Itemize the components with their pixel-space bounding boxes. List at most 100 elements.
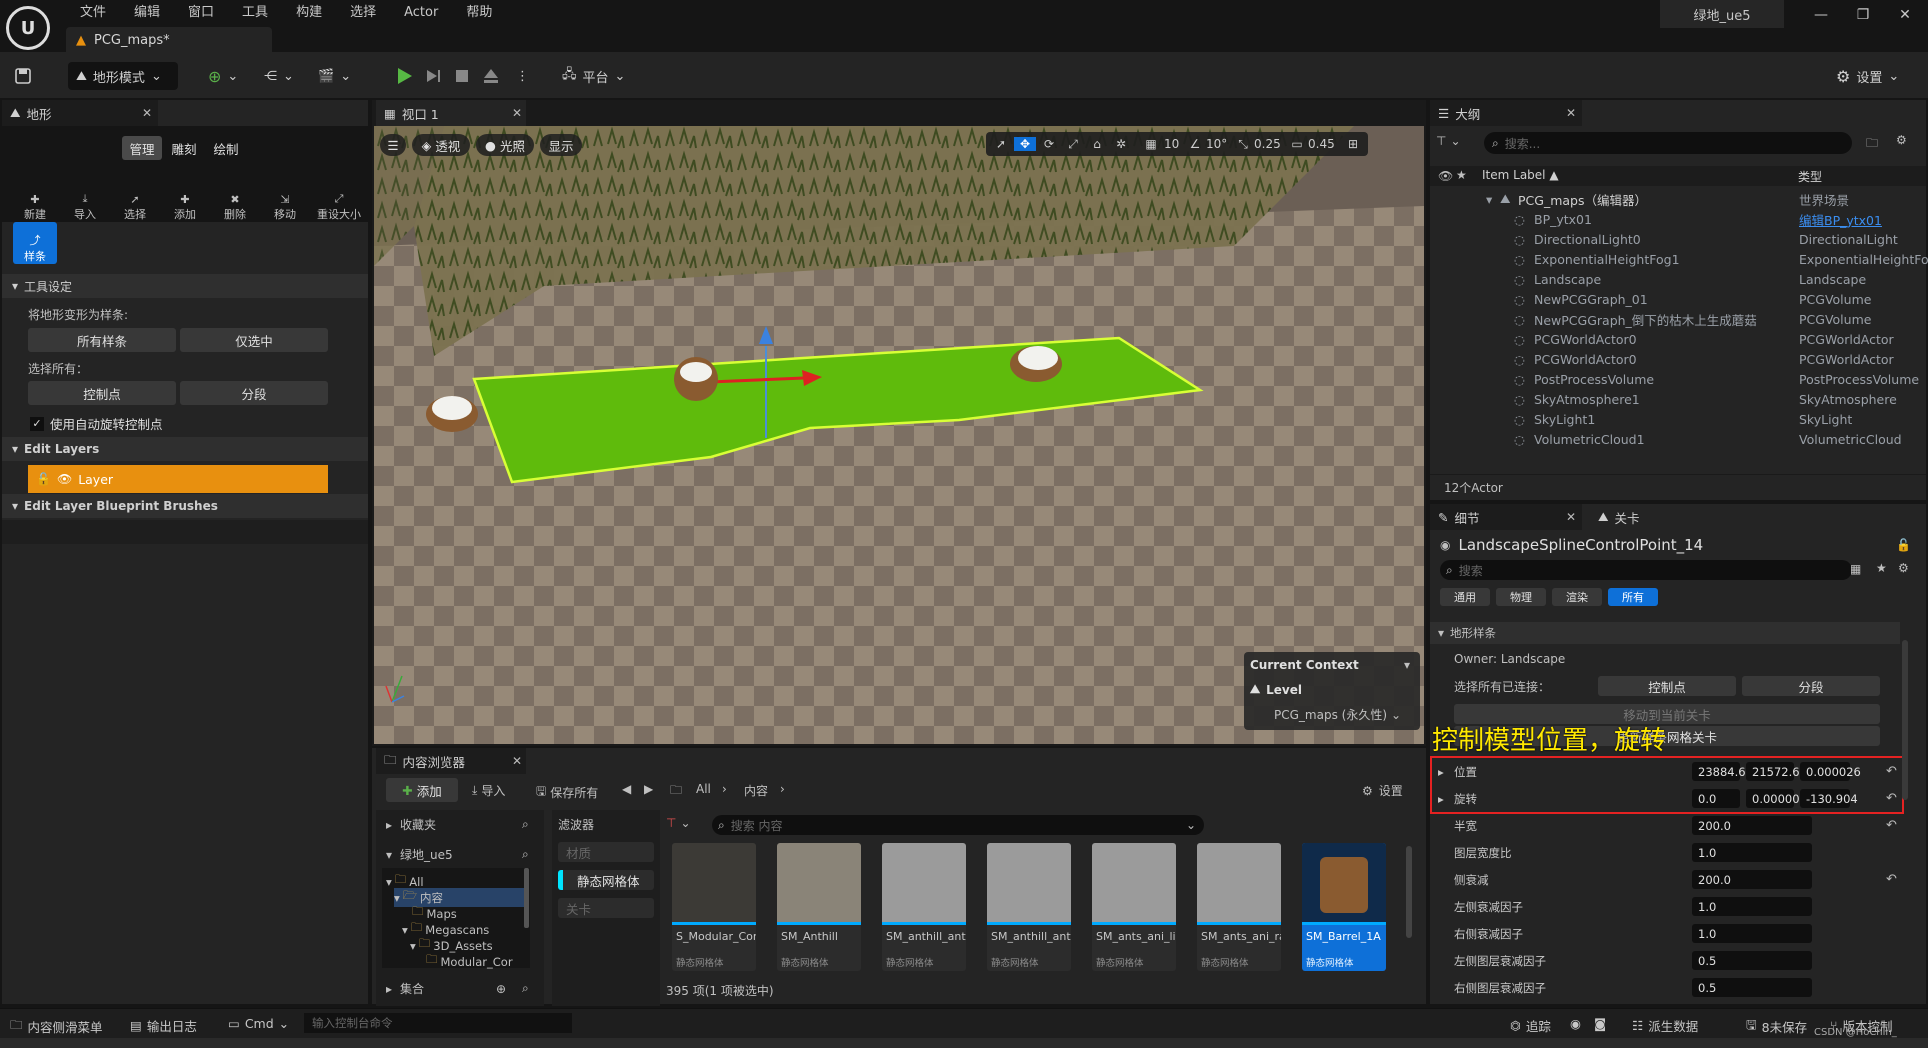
mode-select[interactable]: ⛰ 地形模式 ⌄ [68, 62, 178, 90]
rotation-snap-icon[interactable]: ∠ [1186, 137, 1204, 151]
filter-common[interactable]: 通用 [1440, 588, 1490, 606]
tool-add[interactable]: ✚ 添加 [163, 180, 207, 222]
outliner-row[interactable]: ◌ SkyLight1 SkyLight [1430, 409, 1926, 429]
perspective-button[interactable]: ◈ 透视 [412, 134, 470, 156]
property-input[interactable]: 1.0 [1692, 897, 1812, 916]
rotation-z-input[interactable]: -130.904 [1800, 789, 1858, 808]
outliner-row[interactable]: ◌ Landscape Landscape [1430, 269, 1926, 289]
filter-physics[interactable]: 物理 [1496, 588, 1546, 606]
add-actor-button[interactable]: ⊕ ⌄ [208, 62, 238, 90]
location-x-input[interactable]: 23884.6( [1692, 762, 1750, 781]
visibility-eye-icon[interactable]: 👁 [1438, 169, 1453, 183]
search-icon[interactable]: ⌕ [522, 847, 529, 862]
tool-delete[interactable]: ✖ 删除 [213, 180, 257, 222]
selected-only-button[interactable]: 仅选中 [180, 328, 328, 352]
world-local-icon[interactable]: ⌂ [1086, 137, 1108, 151]
show-button[interactable]: 显示 [540, 134, 582, 156]
spline-section-header[interactable]: ▾ 地形样条 [1430, 622, 1900, 644]
step-icon[interactable] [424, 62, 442, 90]
viewport-tab[interactable]: ▦ 视口 1 [376, 100, 526, 126]
outliner-row[interactable]: ◌ PostProcessVolume PostProcessVolume [1430, 369, 1926, 389]
derived-data-button[interactable]: ☷ 派生数据 [1632, 1016, 1698, 1035]
chevron-right-icon[interactable]: ▸ [1438, 792, 1444, 806]
tree-scrollbar[interactable] [524, 868, 529, 928]
add-collection-icon[interactable]: ⊕ [496, 982, 506, 996]
scale-mode-icon[interactable]: ⤢ [1062, 137, 1084, 152]
surface-snap-icon[interactable]: ✲ [1110, 137, 1132, 151]
outliner-row[interactable]: ◌ VolumetricCloud1 VolumetricCloud [1430, 429, 1926, 449]
tool-spline[interactable]: ⤴ 样条 [13, 222, 57, 264]
save-icon[interactable] [14, 62, 32, 90]
asset-tile[interactable]: SM_Anthill 静态网格体 [777, 843, 861, 971]
close-icon[interactable]: ✕ [142, 106, 152, 120]
tool-settings-header[interactable]: ▾ 工具设定 [2, 274, 368, 298]
search-icon[interactable]: ⌕ [522, 981, 529, 996]
outliner-row[interactable]: ◌ DirectionalLight0 DirectionalLight [1430, 229, 1926, 249]
record-icon[interactable]: ◉ [1570, 1016, 1581, 1031]
details-scrollbar[interactable] [1902, 640, 1908, 800]
outliner-row[interactable]: ◌ BP_ytx01 编辑BP_ytx01 [1430, 209, 1926, 229]
chevron-down-icon[interactable]: ▾ [1404, 658, 1410, 672]
close-icon[interactable]: ✕ [512, 106, 522, 120]
gear-icon[interactable]: ⚙ [1896, 133, 1907, 147]
menu-edit[interactable]: 编辑 [120, 2, 174, 24]
reset-arrow-icon[interactable]: ↶ [1886, 872, 1897, 887]
details-tab[interactable]: ✎ 细节 [1430, 504, 1582, 530]
barrel-center[interactable] [674, 357, 718, 401]
select-segments-button[interactable]: 分段 [1742, 676, 1880, 696]
tab-sculpt[interactable]: 雕刻 [164, 136, 204, 160]
search-icon[interactable]: ⌕ [522, 817, 529, 832]
eye-icon[interactable]: 👁 [57, 472, 72, 486]
stop-icon[interactable] [454, 62, 470, 90]
gear-icon[interactable]: ⚙ [1898, 561, 1909, 575]
content-browser-tab[interactable]: 🗀 内容浏览器 [376, 748, 526, 774]
chevron-down-icon[interactable]: ▾ [1486, 192, 1492, 207]
tab-paint[interactable]: 绘制 [206, 136, 246, 160]
cb-settings-button[interactable]: ⚙ 设置 [1362, 782, 1403, 799]
outliner-row[interactable]: ◌ ExponentialHeightFog1 ExponentialHeightF… [1430, 249, 1928, 269]
context-map-select[interactable]: PCG_maps (永久性) ⌄ [1274, 706, 1401, 723]
layout-icon[interactable]: ⊞ [1342, 137, 1364, 151]
folder-add-icon[interactable]: 🗀 [1866, 134, 1878, 155]
layer-row[interactable]: 🔓 👁 Layer [28, 465, 328, 493]
grid-snap-value[interactable]: 10 [1164, 137, 1184, 151]
translate-mode-icon[interactable]: ✥ [1014, 137, 1036, 151]
back-arrow-icon[interactable]: ◀ [622, 782, 631, 796]
filter-button[interactable]: ⊤ ⌄ [1436, 134, 1461, 148]
brushes-header[interactable]: ▾ Edit Layer Blueprint Brushes [2, 494, 368, 518]
lock-icon[interactable]: 🔓 [36, 472, 51, 486]
restore-icon[interactable]: ❐ [1842, 4, 1884, 26]
asset-tile[interactable]: SM_anthill_ants_anim_... 静态网格体 [987, 843, 1071, 971]
breadcrumb-all[interactable]: All [696, 782, 711, 796]
rotation-x-input[interactable]: 0.0 [1692, 789, 1740, 808]
eject-icon[interactable] [482, 62, 500, 90]
property-input[interactable]: 0.5 [1692, 951, 1812, 970]
import-button[interactable]: ⤓ 导入 [472, 782, 505, 799]
property-input[interactable]: 200.0 [1692, 816, 1812, 835]
filter-all[interactable]: 所有 [1608, 588, 1658, 606]
outliner-row[interactable]: ◌ NewPCGGraph_01 PCGVolume [1430, 289, 1926, 309]
menu-actor[interactable]: Actor [390, 2, 452, 24]
more-options-icon[interactable]: ⋮ [516, 62, 529, 90]
asset-tile[interactable]: SM_anthill_ants_anim_line 静态网格体 [882, 843, 966, 971]
content-drawer-button[interactable]: 🗀 内容侧滑菜单 [10, 1016, 103, 1037]
asset-tile[interactable]: SM_ants_ani_random 静态网格体 [1197, 843, 1281, 971]
column-item-label[interactable]: Item Label ▲ [1482, 168, 1559, 182]
select-mode-icon[interactable]: ➚ [990, 137, 1012, 151]
rotation-y-input[interactable]: 0.000001 [1746, 789, 1807, 808]
property-input[interactable]: 1.0 [1692, 843, 1812, 862]
chevron-down-icon[interactable]: ⌄ [1186, 818, 1196, 832]
menu-build[interactable]: 构建 [282, 2, 336, 24]
tab-manage[interactable]: 管理 [122, 136, 162, 160]
menu-window[interactable]: 窗口 [174, 2, 228, 24]
rotation-snap-value[interactable]: 10° [1206, 137, 1232, 151]
property-input[interactable]: 200.0 [1692, 870, 1812, 889]
favorites-header[interactable]: ▸ 收藏夹 ⌕ [386, 816, 536, 833]
close-icon[interactable]: ✕ [512, 754, 522, 768]
minimize-icon[interactable]: — [1800, 4, 1842, 26]
save-all-button[interactable]: 🖫 保存所有 [536, 782, 598, 803]
auto-rotate-checkbox[interactable]: ✓ 使用自动旋转控制点 [30, 414, 163, 433]
filter-material[interactable]: 材质 [558, 842, 654, 862]
breadcrumb-content[interactable]: 内容 [744, 782, 768, 799]
menu-select[interactable]: 选择 [336, 2, 390, 24]
